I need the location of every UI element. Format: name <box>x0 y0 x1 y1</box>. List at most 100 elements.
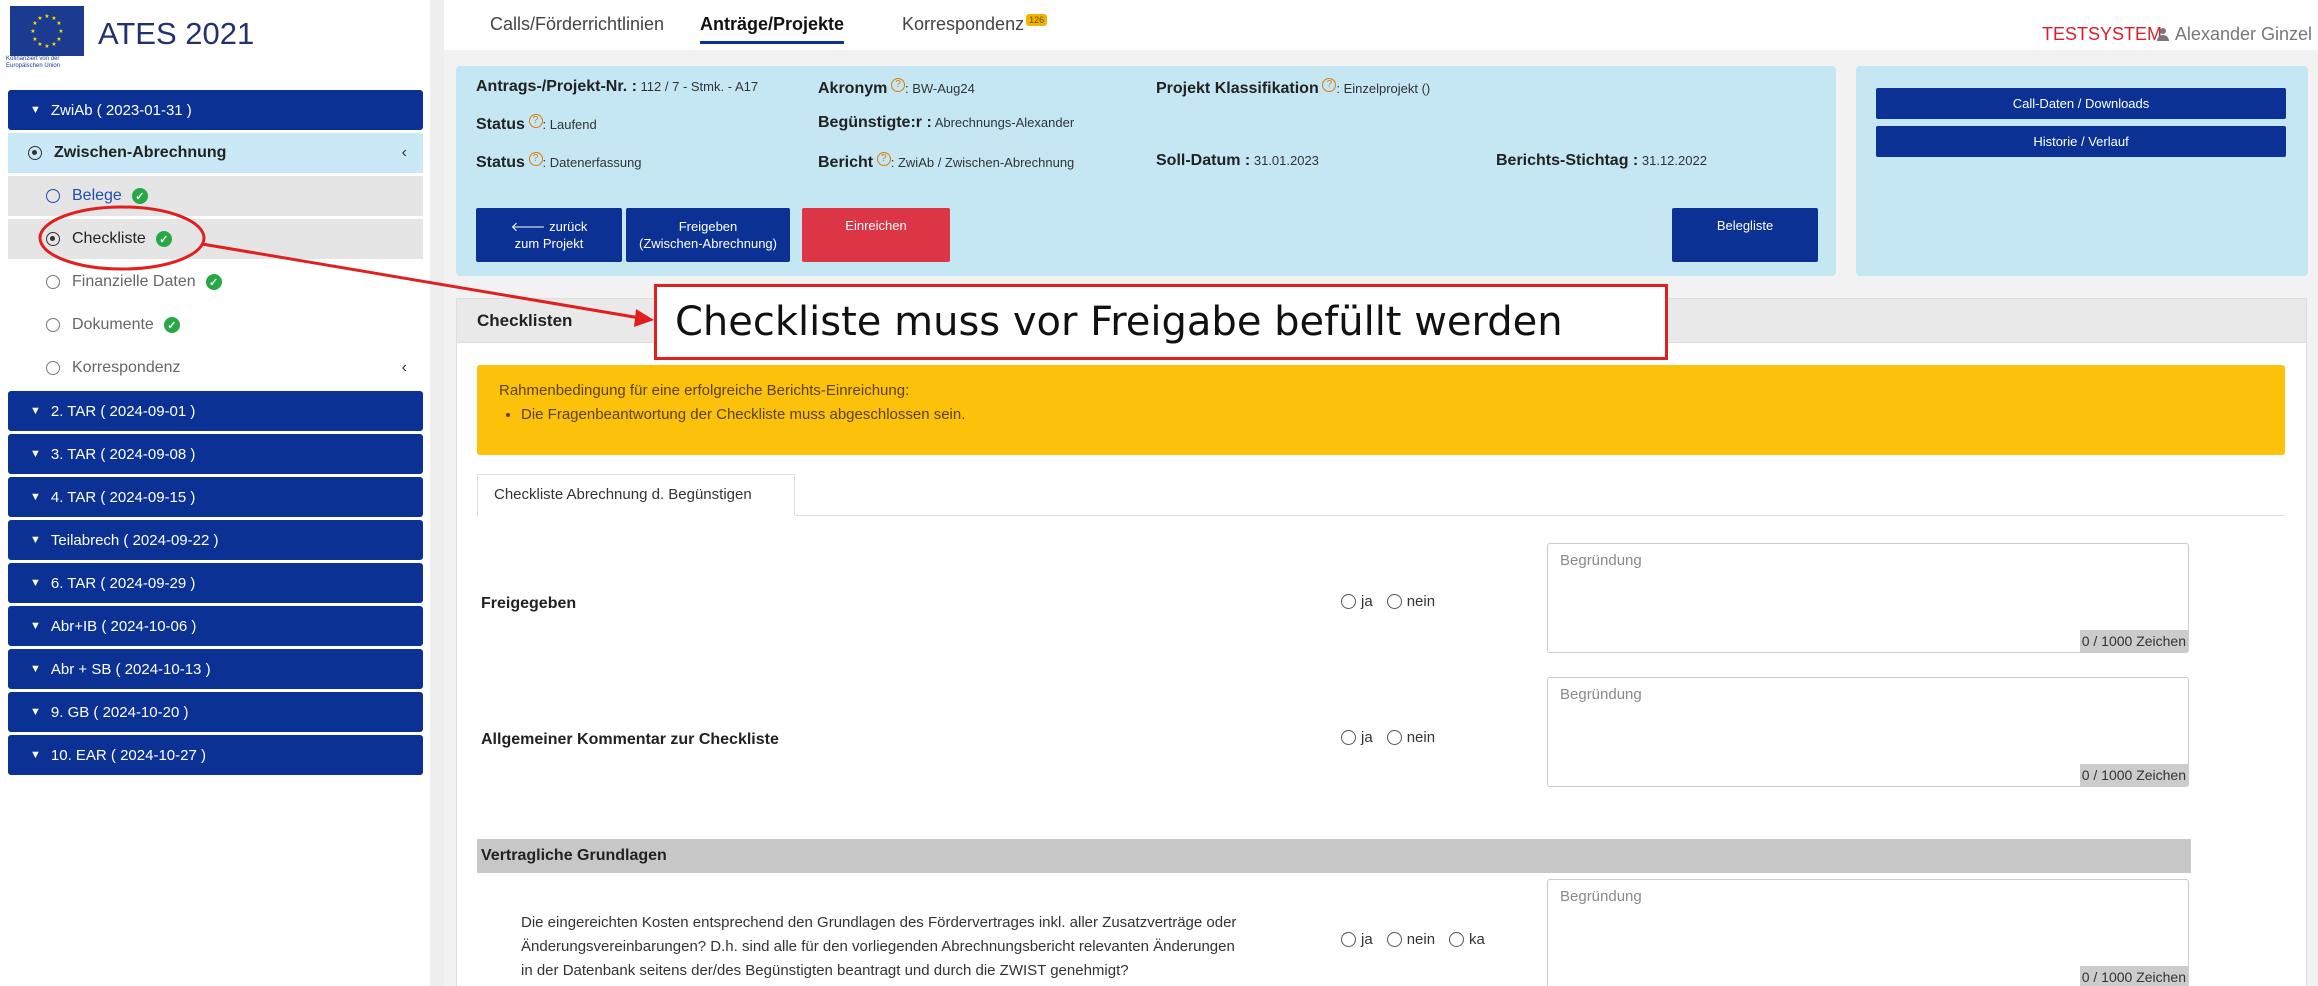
bericht-label: Bericht <box>818 154 874 171</box>
tab-label: Korrespondenz <box>902 14 1025 34</box>
textarea-placeholder: Begründung <box>1560 686 1642 703</box>
caret-down-icon: ▼ <box>30 534 41 546</box>
sidebar-item-label: Dokumente <box>72 316 154 333</box>
radio-nein[interactable]: nein <box>1386 593 1435 610</box>
help-icon[interactable]: ? <box>528 152 543 166</box>
report-soll-datum: Soll-Datum : 31.01.2023 <box>1156 152 1319 170</box>
sidebar-item-zwischen-abrechnung[interactable]: Zwischen-Abrechnung ‹ <box>8 133 423 173</box>
svg-text:★: ★ <box>44 13 49 20</box>
sidebar-group[interactable]: ▼ Abr + SB ( 2024-10-13 ) <box>8 649 423 689</box>
caret-down-icon: ▼ <box>30 491 41 503</box>
tab-checkliste-abrechnung[interactable]: Checkliste Abrechnung d. Begünstigen <box>477 474 795 516</box>
sidebar-group[interactable]: ▼ 10. EAR ( 2024-10-27 ) <box>8 735 423 775</box>
char-counter: 0 / 1000 Zeichen <box>2079 764 2188 786</box>
radio-circle <box>1341 932 1356 947</box>
sidebar-item-checkliste[interactable]: Checkliste ✓ <box>8 219 423 259</box>
app-title[interactable]: ATES 2021 <box>98 16 254 52</box>
radio-label: ja <box>1361 593 1373 610</box>
arrow-left-icon: 🡐 <box>510 219 546 234</box>
caret-down-icon: ▼ <box>30 577 41 589</box>
status-value: : Datenerfassung <box>542 155 642 170</box>
radio-ja[interactable]: ja <box>1341 729 1373 746</box>
sidebar-group[interactable]: ▼ 9. GB ( 2024-10-20 ) <box>8 692 423 732</box>
tab-calls[interactable]: Calls/Förderrichtlinien <box>490 14 664 35</box>
radio-ja[interactable]: ja <box>1341 593 1373 610</box>
radio-icon <box>46 189 60 203</box>
eu-stars-icon: ★ ★★ ★★★ ★★★ ★★★ <box>30 13 63 50</box>
annotation-callout: Checkliste muss vor Freigabe befüllt wer… <box>654 284 1668 360</box>
sidebar-group[interactable]: ▼ 2. TAR ( 2024-09-01 ) <box>8 391 423 431</box>
sidebar-group[interactable]: ▼ 3. TAR ( 2024-09-08 ) <box>8 434 423 474</box>
question-vertragliche-grundlagen: Die eingereichten Kosten entsprechend de… <box>521 911 1351 983</box>
soll-datum-label: Soll-Datum : <box>1156 152 1251 169</box>
section-vertragliche-grundlagen: Vertragliche Grundlagen <box>477 839 2191 873</box>
question-line: Änderungsvereinbarungen? D.h. sind alle … <box>521 938 1235 955</box>
sidebar-item-dokumente[interactable]: Dokumente ✓ <box>8 305 423 345</box>
begruendung-textarea-freigegeben[interactable]: Begründung 0 / 1000 Zeichen <box>1547 543 2189 653</box>
sidebar-group[interactable]: ▼ 6. TAR ( 2024-09-29 ) <box>8 563 423 603</box>
back-label-1: zurück <box>549 219 588 234</box>
sidebar-item-label: Checkliste <box>72 230 146 247</box>
freigeben-label-1: Freigeben <box>678 219 738 234</box>
char-counter: 0 / 1000 Zeichen <box>2079 630 2188 652</box>
historie-verlauf-button[interactable]: Historie / Verlauf <box>1876 126 2286 157</box>
help-icon[interactable]: ? <box>876 152 891 166</box>
vertrag-radio-group: ja nein ka <box>1341 931 1499 948</box>
akronym-label: Akronym <box>818 80 888 97</box>
klassifikation-label: Projekt Klassifikation <box>1156 80 1319 97</box>
sidebar-group[interactable]: ▼ 4. TAR ( 2024-09-15 ) <box>8 477 423 517</box>
back-to-project-button[interactable]: 🡐 zurück zum Projekt <box>476 208 622 262</box>
einreichen-button[interactable]: Einreichen <box>802 208 950 262</box>
sidebar-group-label: 4. TAR ( 2024-09-15 ) <box>50 488 196 506</box>
top-navigation: Calls/Förderrichtlinien Anträge/Projekte… <box>444 0 2318 50</box>
bericht-value: : ZwiAb / Zwischen-Abrechnung <box>890 155 1075 170</box>
svg-text:★: ★ <box>30 28 35 35</box>
radio-circle <box>1341 594 1356 609</box>
radio-icon <box>46 361 60 375</box>
sidebar-group[interactable]: ▼ Abr+IB ( 2024-10-06 ) <box>8 606 423 646</box>
help-icon[interactable]: ? <box>1322 78 1337 92</box>
sidebar-item-korrespondenz[interactable]: Korrespondenz ‹ <box>8 348 423 388</box>
sidebar-group-label: Abr+IB ( 2024-10-06 ) <box>50 617 197 635</box>
begruendung-textarea-kommentar[interactable]: Begründung 0 / 1000 Zeichen <box>1547 677 2189 787</box>
user-menu[interactable]: Alexander Ginzel <box>2156 24 2312 45</box>
check-circle-icon: ✓ <box>131 188 148 204</box>
call-daten-downloads-button[interactable]: Call-Daten / Downloads <box>1876 88 2286 119</box>
sidebar-group-label: 3. TAR ( 2024-09-08 ) <box>50 445 196 463</box>
sidebar: ★ ★ ★ ★ ★ ★ ★ ★ ★ ★ ★ ★ Kofinanziert von der Eur… <box>0 0 430 986</box>
question-line: in der Datenbank seitens der/des Begünst… <box>521 962 1129 979</box>
belegliste-button[interactable]: Belegliste <box>1672 208 1818 262</box>
radio-ja[interactable]: ja <box>1341 931 1373 948</box>
sidebar-group[interactable]: ▼ Teilabrech ( 2024-09-22 ) <box>8 520 423 560</box>
mail-count-badge: 126 <box>1026 14 1048 26</box>
svg-text:★: ★ <box>44 43 49 50</box>
help-icon[interactable]: ? <box>890 78 905 92</box>
radio-nein[interactable]: nein <box>1386 931 1435 948</box>
tab-korrespondenz[interactable]: Korrespondenz 126 <box>902 14 1048 35</box>
sidebar-item-finanzielle-daten[interactable]: Finanzielle Daten ✓ <box>8 262 423 302</box>
caret-down-icon: ▼ <box>30 706 41 718</box>
sidebar-group-zwiab[interactable]: ▼ ZwiAb ( 2023-01-31 ) <box>8 90 423 130</box>
freigeben-button[interactable]: Freigeben (Zwischen-Abrechnung) <box>626 208 790 262</box>
radio-ka[interactable]: ka <box>1449 931 1485 948</box>
project-akronym: Akronym ?: BW-Aug24 <box>818 78 975 98</box>
project-beguenstigte: Begünstigte:r : Abrechnungs-Alexander <box>818 114 1074 132</box>
project-klassifikation: Projekt Klassifikation ?: Einzelprojekt … <box>1156 78 1430 98</box>
sidebar-item-belege[interactable]: Belege ✓ <box>8 176 423 216</box>
question-allgemeiner-kommentar: Allgemeiner Kommentar zur Checkliste <box>481 731 779 748</box>
project-number-label: Antrags-/Projekt-Nr. : <box>476 78 637 95</box>
back-label-2: zum Projekt <box>514 236 584 251</box>
begruendung-textarea-vertrag[interactable]: Begründung 0 / 1000 Zeichen <box>1547 879 2189 986</box>
stichtag-label: Berichts-Stichtag : <box>1496 152 1639 169</box>
caret-down-icon: ▼ <box>30 405 41 417</box>
environment-label: TESTSYSTEM <box>2041 24 2162 44</box>
radio-selected-icon <box>46 232 60 246</box>
svg-text:★: ★ <box>56 36 61 43</box>
help-icon[interactable]: ? <box>528 114 543 128</box>
tab-antraege-projekte[interactable]: Anträge/Projekte <box>700 14 845 44</box>
radio-circle <box>1386 932 1402 947</box>
radio-nein[interactable]: nein <box>1386 729 1435 746</box>
soll-datum-value: 31.01.2023 <box>1253 153 1319 168</box>
check-circle-icon: ✓ <box>205 274 222 290</box>
alert-list: Die Fragenbeantwortung der Checkliste mu… <box>521 403 2263 427</box>
